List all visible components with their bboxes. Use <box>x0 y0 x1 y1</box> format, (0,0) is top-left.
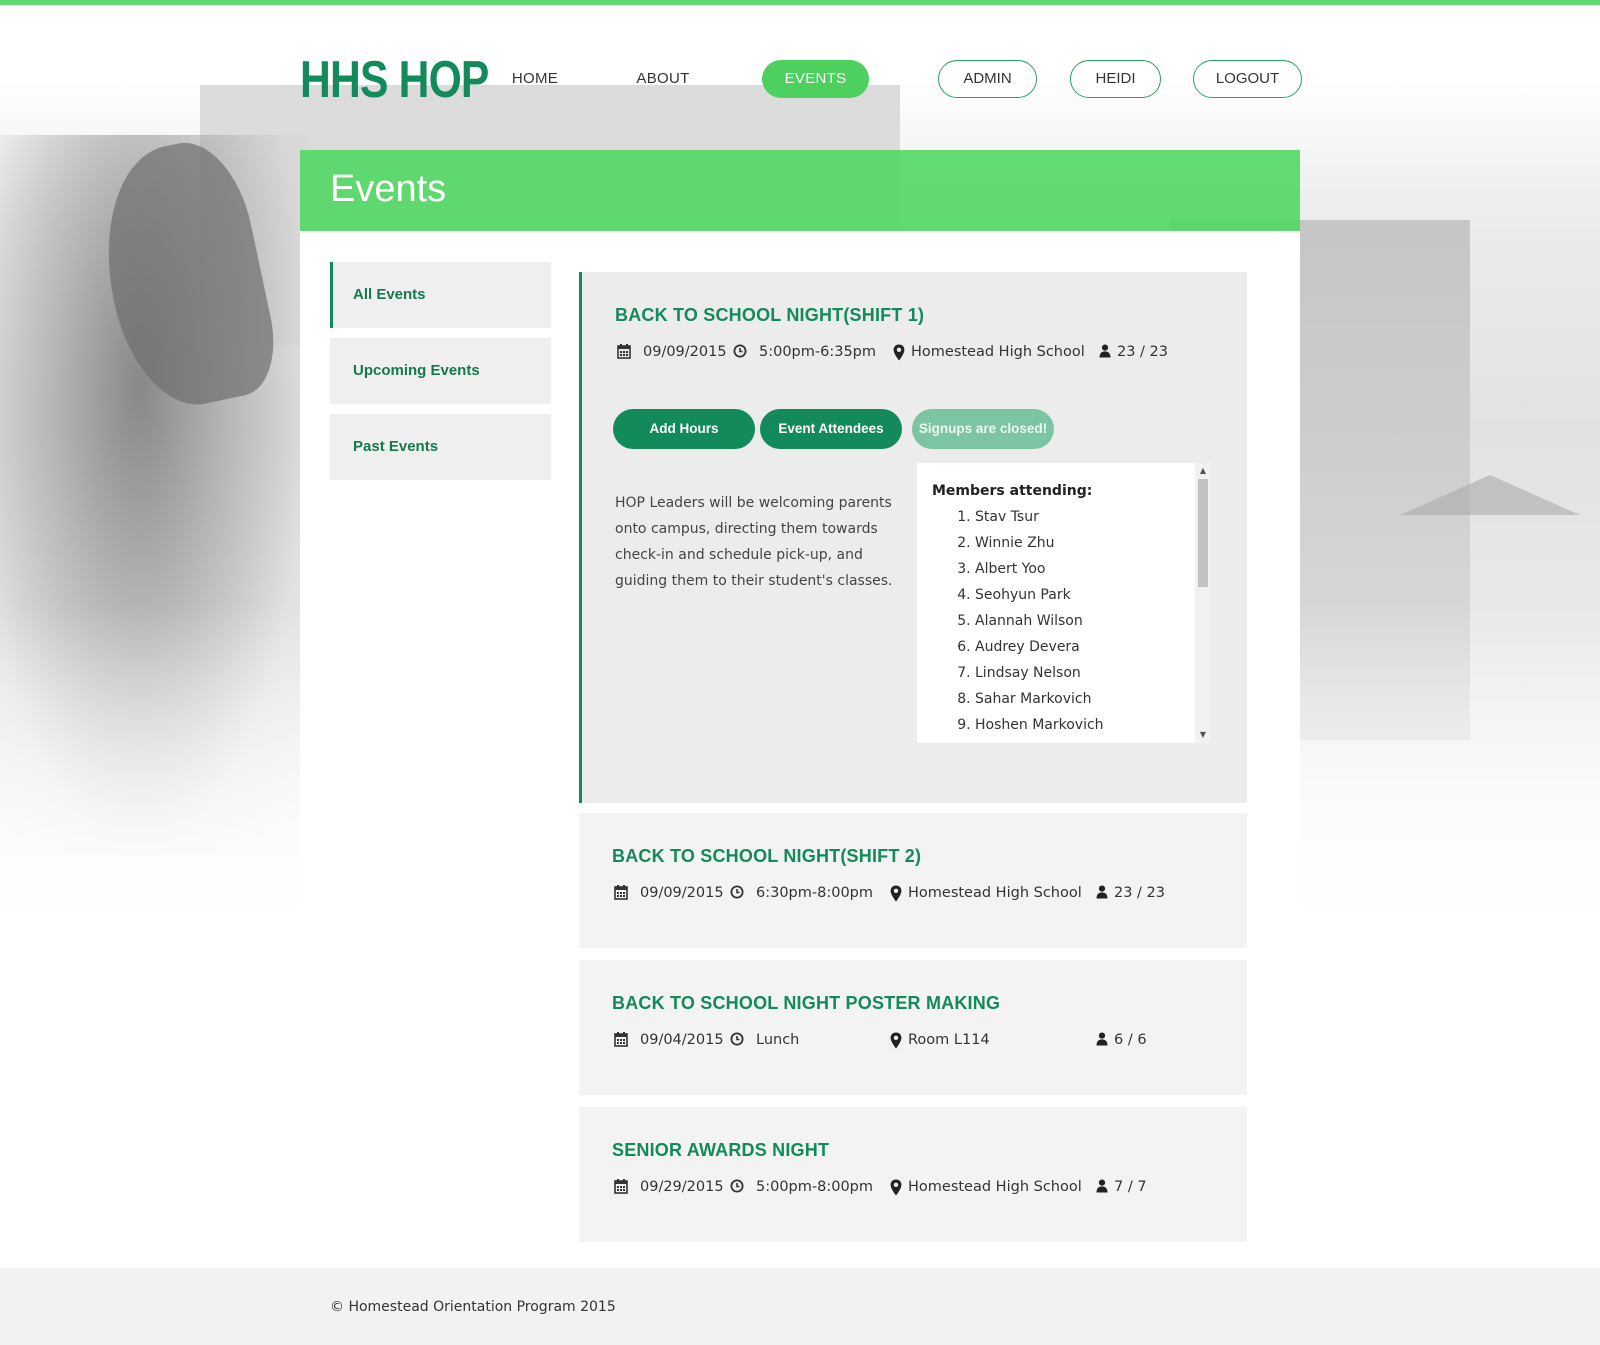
signups-closed-button: Signups are closed! <box>912 409 1054 449</box>
calendar-icon <box>614 1179 628 1194</box>
attendees-scrollbar[interactable]: ▲ ▼ <box>1195 463 1211 743</box>
person-icon <box>1096 885 1108 899</box>
list-item: Hoshen Markovich <box>975 712 1104 738</box>
event-card-expanded[interactable]: BACK TO SCHOOL NIGHT(SHIFT 1) 09/09/2015… <box>579 272 1247 803</box>
event-title[interactable]: BACK TO SCHOOL NIGHT POSTER MAKING <box>612 993 1000 1014</box>
site-logo[interactable]: HHS HOP <box>300 50 489 110</box>
event-card[interactable]: BACK TO SCHOOL NIGHT POSTER MAKING 09/04… <box>579 960 1247 1095</box>
calendar-icon <box>617 344 631 359</box>
site-footer: © Homestead Orientation Program 2015 <box>0 1268 1600 1345</box>
event-title[interactable]: BACK TO SCHOOL NIGHT(SHIFT 2) <box>612 846 921 867</box>
site-header: HHS HOP HOME ABOUT EVENTS ADMIN HEIDI LO… <box>300 44 1302 114</box>
map-pin-icon <box>893 344 905 361</box>
members-list: Stav Tsur Winnie Zhu Albert Yoo Seohyun … <box>957 504 1104 738</box>
sidebar-item-all-events[interactable]: All Events <box>330 262 551 328</box>
event-card[interactable]: BACK TO SCHOOL NIGHT(SHIFT 2) 09/09/2015… <box>579 813 1247 948</box>
person-icon <box>1096 1032 1108 1046</box>
list-item: Audrey Devera <box>975 634 1104 660</box>
sidebar-item-upcoming-events[interactable]: Upcoming Events <box>330 338 551 404</box>
content-area: All Events Upcoming Events Past Events B… <box>300 231 1300 1268</box>
nav-user-button[interactable]: HEIDI <box>1070 60 1161 98</box>
event-description: HOP Leaders will be welcoming parents on… <box>615 495 893 589</box>
scroll-up-arrow-icon[interactable]: ▲ <box>1198 466 1208 476</box>
list-item: Winnie Zhu <box>975 530 1104 556</box>
event-attendees-button[interactable]: Event Attendees <box>760 409 902 449</box>
top-accent-bar <box>0 0 1600 5</box>
members-attending-header: Members attending: <box>932 483 1093 499</box>
sidebar-item-past-events[interactable]: Past Events <box>330 414 551 480</box>
nav-admin-button[interactable]: ADMIN <box>938 60 1037 98</box>
event-card[interactable]: SENIOR AWARDS NIGHT 09/29/2015 5:00pm-8:… <box>579 1107 1247 1242</box>
person-icon <box>1096 1179 1108 1193</box>
clock-icon <box>730 1179 744 1193</box>
list-item: Lindsay Nelson <box>975 660 1104 686</box>
map-pin-icon <box>890 1032 902 1049</box>
nav-events[interactable]: EVENTS <box>762 60 869 98</box>
map-pin-icon <box>890 885 902 902</box>
clock-icon <box>730 885 744 899</box>
page-title: Events <box>330 168 447 210</box>
list-item: Albert Yoo <box>975 556 1104 582</box>
calendar-icon <box>614 885 628 900</box>
nav-home[interactable]: HOME <box>490 60 580 98</box>
calendar-icon <box>614 1032 628 1047</box>
event-title[interactable]: SENIOR AWARDS NIGHT <box>612 1140 829 1161</box>
list-item: Sahar Markovich <box>975 686 1104 712</box>
list-item: Stav Tsur <box>975 504 1104 530</box>
scrollbar-thumb[interactable] <box>1198 479 1208 587</box>
list-item: Seohyun Park <box>975 582 1104 608</box>
add-hours-button[interactable]: Add Hours <box>613 409 755 449</box>
person-icon <box>1099 344 1111 358</box>
clock-icon <box>733 344 747 358</box>
map-pin-icon <box>890 1179 902 1196</box>
main-panel: Events All Events Upcoming Events Past E… <box>300 150 1300 1268</box>
footer-copyright: © Homestead Orientation Program 2015 <box>330 1299 616 1315</box>
page-title-bar: Events <box>300 150 1300 231</box>
logout-button[interactable]: LOGOUT <box>1193 60 1302 98</box>
nav-about[interactable]: ABOUT <box>618 60 708 98</box>
scroll-down-arrow-icon[interactable]: ▼ <box>1198 730 1208 740</box>
event-title[interactable]: BACK TO SCHOOL NIGHT(SHIFT 1) <box>615 305 924 326</box>
attendees-list-box[interactable]: Members attending: Stav Tsur Winnie Zhu … <box>917 463 1211 743</box>
list-item: Alannah Wilson <box>975 608 1104 634</box>
clock-icon <box>730 1032 744 1046</box>
